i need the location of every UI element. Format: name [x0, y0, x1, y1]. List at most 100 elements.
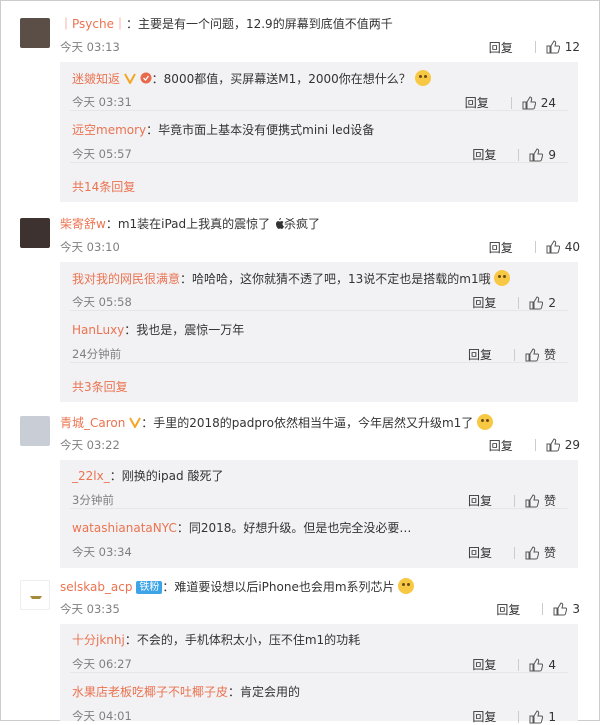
thumbs-up-icon [529, 295, 544, 309]
emoji-icon [477, 414, 494, 430]
action-divider [510, 96, 512, 109]
reply-username[interactable]: 水果店老板吃椰子不吐椰子皮 [72, 685, 228, 699]
reply-actions: 回复 赞 [468, 492, 556, 509]
reply-actions: 回复 9 [472, 146, 556, 163]
reply-username[interactable]: watashianataNYC [72, 521, 177, 535]
more-replies-link[interactable]: 共14条回复 [72, 178, 135, 195]
reply-button[interactable]: 回复 [468, 544, 492, 561]
apple-logo-icon [275, 218, 284, 229]
reply-button[interactable]: 回复 [489, 239, 513, 256]
reply-text: watashianataNYC：同2018。好想升级。但是也完全没必要… [72, 520, 411, 536]
like-button[interactable]: 2 [529, 296, 556, 310]
like-count: 12 [564, 40, 580, 54]
thumbs-up-icon [546, 40, 560, 54]
reply-body: ：我也是，震惊一万年 [124, 323, 245, 337]
reply-time: 今天 03:34 [72, 545, 132, 559]
comment-body-suffix: 杀疯了 [283, 217, 320, 231]
verified-badge-icon [129, 417, 142, 428]
avatar-logo-icon [30, 596, 42, 599]
reply-time: 24分钟前 [72, 347, 122, 361]
reply-divider [70, 310, 568, 311]
action-divider [534, 41, 536, 53]
like-button[interactable]: 4 [529, 658, 556, 672]
comment-username[interactable]: 柴寄舒w [60, 217, 106, 231]
like-count: 赞 [543, 546, 556, 560]
like-count: 29 [564, 438, 580, 452]
reply-button[interactable]: 回复 [465, 94, 489, 111]
like-button[interactable]: 12 [546, 40, 580, 54]
like-button[interactable]: 赞 [525, 492, 556, 509]
avatar[interactable] [20, 18, 50, 48]
comment-body: ：主要是有一个问题，12.9的屏幕到底值不值两千 [125, 17, 393, 31]
reply-button[interactable]: 回复 [472, 146, 496, 163]
reply-username[interactable]: 远空memory [72, 123, 146, 137]
action-divider [518, 658, 520, 671]
thumbs-up-icon [529, 147, 544, 161]
like-count: 2 [548, 295, 556, 310]
comment-body: ：手里的2018的padpro依然相当牛逼，今年居然又升级m1了 [141, 416, 474, 430]
comment-username[interactable]: selskab_acp [60, 580, 133, 594]
reply-button[interactable]: 回复 [472, 656, 496, 673]
reply-username[interactable]: 我对我的网民很满意 [72, 272, 180, 286]
like-button[interactable]: 赞 [525, 544, 556, 561]
more-replies-link[interactable]: 共3条回复 [72, 378, 128, 395]
reply-divider [70, 162, 568, 163]
reply-username[interactable]: 十分jknhj [72, 633, 125, 647]
like-count: 赞 [543, 494, 556, 508]
thumbs-up-icon [525, 347, 539, 361]
action-divider [513, 546, 515, 559]
reply-text: HanLuxy：我也是，震惊一万年 [72, 322, 244, 338]
reply-text: 水果店老板吃椰子不吐椰子皮：肯定会用的 [72, 684, 300, 700]
reply-body: ：毕竟市面上基本没有便携式mini led设备 [146, 123, 375, 137]
reply-text: 远空memory：毕竟市面上基本没有便携式mini led设备 [72, 122, 374, 138]
reply-body: ：8000都值，买屏幕送M1，2000你在想什么？ [151, 72, 411, 86]
like-button[interactable]: 3 [553, 602, 580, 616]
reply-button[interactable]: 回复 [468, 346, 492, 363]
thumbs-up-icon [525, 545, 539, 559]
like-button[interactable]: 9 [529, 148, 556, 162]
comment-actions: 回复 3 [496, 601, 580, 617]
like-count: 24 [540, 95, 556, 110]
reply-button[interactable]: 回复 [489, 437, 513, 454]
reply-username[interactable]: 迷皴知返 [72, 72, 120, 86]
reply-divider [70, 110, 568, 111]
reply-body: ：不会的，手机体积太小，压不住m1的功耗 [124, 633, 361, 647]
replies-box: 十分jknhj：不会的，手机体积太小，压不住m1的功耗 今天 06:27 回复 … [60, 624, 578, 724]
comment-text: ｜Psyche｜：主要是有一个问题，12.9的屏幕到底值不值两千 [60, 16, 590, 32]
fan-tag: 铁粉 [136, 581, 163, 594]
like-button[interactable]: 24 [522, 96, 556, 110]
replies-box: 迷皴知返 ：8000都值，买屏幕送M1，2000你在想什么？ 今天 03:31 … [60, 62, 578, 202]
emoji-icon [414, 70, 431, 86]
comment-actions: 回复 40 [489, 239, 580, 255]
reply-button[interactable]: 回复 [472, 708, 496, 725]
thumbs-up-icon [546, 240, 560, 254]
avatar[interactable] [20, 416, 50, 446]
like-button[interactable]: 40 [546, 240, 580, 254]
like-button[interactable]: 29 [546, 438, 580, 452]
reply-username[interactable]: HanLuxy [72, 323, 124, 337]
verified-badge-icon [123, 73, 136, 84]
comment-time: 今天 03:35 [60, 602, 120, 616]
reply-text: 迷皴知返 ：8000都值，买屏幕送M1，2000你在想什么？ [72, 70, 431, 87]
action-divider [513, 494, 515, 507]
thumbs-up-icon [522, 95, 536, 109]
reply-button[interactable]: 回复 [496, 601, 520, 618]
reply-time: 3分钟前 [72, 493, 114, 507]
reply-button[interactable]: 回复 [489, 39, 513, 56]
like-button[interactable]: 1 [529, 710, 556, 724]
comment-username[interactable]: 青城_Caron [60, 416, 125, 430]
like-count: 1 [548, 709, 556, 724]
comment-username[interactable]: ｜Psyche｜ [60, 17, 126, 31]
avatar[interactable] [20, 580, 50, 610]
reply-time: 今天 03:31 [72, 95, 132, 109]
avatar[interactable] [20, 218, 50, 248]
reply-button[interactable]: 回复 [472, 294, 496, 311]
like-button[interactable]: 赞 [525, 346, 556, 363]
thumbs-up-icon [525, 493, 539, 507]
comment-text: selskab_acp 铁粉 ：难道要设想以后iPhone也会用m系列芯片 [60, 578, 590, 595]
reply-button[interactable]: 回复 [468, 492, 492, 509]
comment-actions: 回复 12 [489, 39, 580, 55]
reply-time: 今天 06:27 [72, 657, 132, 671]
action-divider [518, 148, 520, 161]
reply-username[interactable]: _22lx_ [72, 469, 110, 483]
